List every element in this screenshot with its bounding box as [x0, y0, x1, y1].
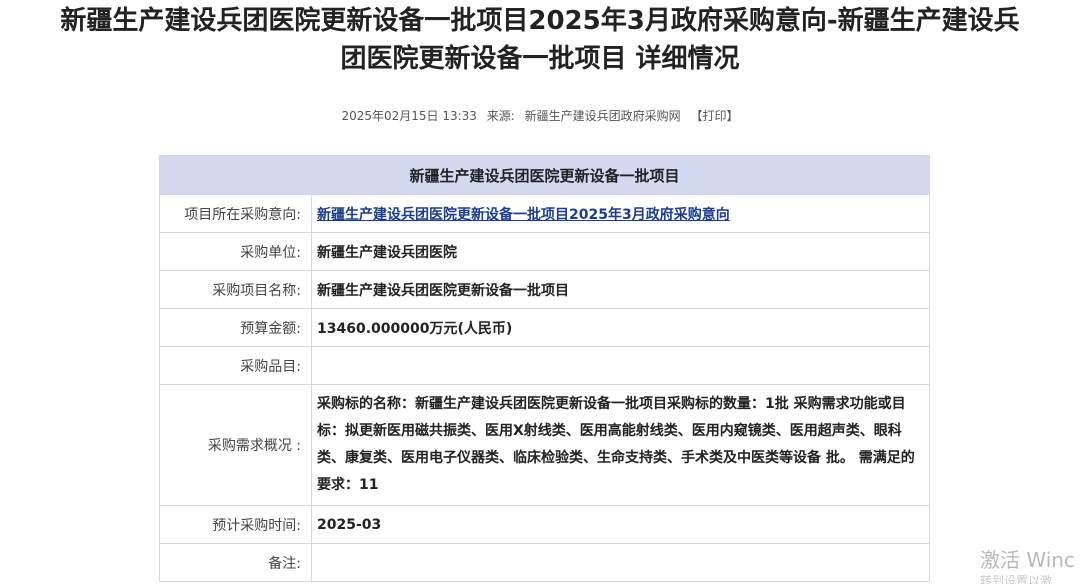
table-row-items: 采购品目:	[159, 346, 931, 385]
source-label: 来源:	[486, 109, 515, 123]
row-label: 备注:	[159, 543, 312, 582]
activation-watermark: 激活 Winc	[980, 548, 1075, 572]
row-value: 13460.000000万元(人民币)	[310, 308, 931, 347]
publish-date: 2025年02月15日 13:33	[341, 109, 477, 123]
row-label: 预算金额:	[159, 308, 312, 347]
table-row-remarks: 备注:	[159, 543, 931, 582]
row-label: 采购单位:	[159, 232, 312, 271]
row-value: 2025-03	[310, 505, 931, 544]
row-label: 项目所在采购意向:	[159, 194, 312, 233]
row-label: 预计采购时间:	[159, 505, 312, 544]
print-link[interactable]: 【打印】	[691, 109, 739, 123]
intent-link[interactable]: 新疆生产建设兵团医院更新设备一批项目2025年3月政府采购意向	[317, 207, 730, 223]
row-value: 新疆生产建设兵团医院	[310, 232, 931, 271]
table-header: 新疆生产建设兵团医院更新设备一批项目	[158, 155, 931, 195]
row-value	[310, 346, 931, 385]
row-label: 采购品目:	[159, 346, 312, 385]
table-row-budget: 预算金额: 13460.000000万元(人民币)	[159, 308, 931, 347]
activation-watermark-sub: 转到设置以激	[980, 574, 1053, 584]
row-label: 采购项目名称:	[159, 270, 312, 309]
row-value: 采购标的名称：新疆生产建设兵团医院更新设备一批项目采购标的数量：1批 采购需求功…	[310, 384, 931, 506]
source-name: 新疆生产建设兵团政府采购网	[524, 109, 681, 123]
page-title-line1: 新疆生产建设兵团医院更新设备一批项目2025年3月政府采购意向-新疆生产建设兵	[60, 6, 1020, 36]
table-row-requirements: 采购需求概况 : 采购标的名称：新疆生产建设兵团医院更新设备一批项目采购标的数量…	[159, 384, 931, 506]
detail-table: 新疆生产建设兵团医院更新设备一批项目 项目所在采购意向: 新疆生产建设兵团医院更…	[158, 155, 931, 582]
table-row-project-name: 采购项目名称: 新疆生产建设兵团医院更新设备一批项目	[159, 270, 931, 309]
row-value	[310, 543, 931, 582]
page: 新疆生产建设兵团医院更新设备一批项目2025年3月政府采购意向-新疆生产建设兵 …	[0, 0, 1080, 584]
row-value: 新疆生产建设兵团医院更新设备一批项目2025年3月政府采购意向	[310, 194, 931, 233]
table-row-intent: 项目所在采购意向: 新疆生产建设兵团医院更新设备一批项目2025年3月政府采购意…	[159, 194, 931, 233]
table-row-time: 预计采购时间: 2025-03	[159, 505, 931, 544]
page-title: 新疆生产建设兵团医院更新设备一批项目2025年3月政府采购意向-新疆生产建设兵 …	[0, 2, 1080, 78]
page-title-line2: 团医院更新设备一批项目 详细情况	[340, 44, 740, 74]
row-label: 采购需求概况 :	[159, 384, 312, 506]
table-row-unit: 采购单位: 新疆生产建设兵团医院	[159, 232, 931, 271]
article-meta: 2025年02月15日 13:33 来源: 新疆生产建设兵团政府采购网 【打印】	[0, 108, 1080, 124]
row-value: 新疆生产建设兵团医院更新设备一批项目	[310, 270, 931, 309]
